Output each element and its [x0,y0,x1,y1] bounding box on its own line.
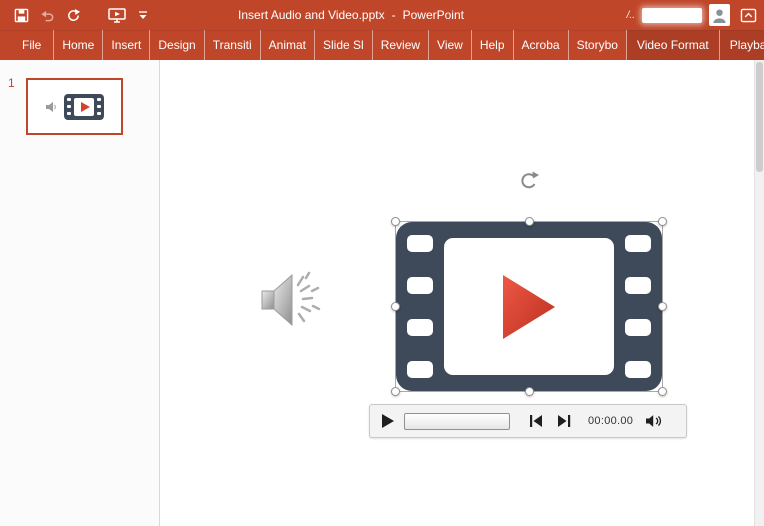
undo-icon [40,10,53,21]
tab-help[interactable]: Help [472,30,514,60]
media-control-bar: 00:00.00 [369,404,687,438]
powerpoint-window: Insert Audio and Video.pptx - PowerPoint… [0,0,764,526]
qat-menu-icon [139,11,147,19]
rotate-handle-icon [521,171,539,189]
film-hole [625,361,651,378]
media-step-forward-button[interactable] [556,414,572,428]
film-hole [407,277,433,294]
tab-label: Storybo [576,38,618,52]
video-selection [391,217,667,396]
tab-label: Review [380,38,421,52]
tab-video-format[interactable]: Video Format [626,30,720,60]
selection-handle-mid-left[interactable] [391,302,400,311]
film-hole [625,277,651,294]
scrollbar-thumb[interactable] [756,62,763,172]
undo-button[interactable] [36,4,58,26]
redo-button[interactable] [62,4,84,26]
save-icon [14,8,28,22]
ribbon-tab-bar: File Home Insert Design Transiti Animat … [0,30,764,60]
account-name-redacted[interactable] [642,7,702,23]
tab-view[interactable]: View [429,30,472,60]
slide-thumbnail[interactable] [26,78,123,135]
quick-access-toolbar [0,0,156,30]
tab-insert[interactable]: Insert [103,30,151,60]
tab-label: File [22,38,42,52]
selection-handle-mid-right[interactable] [658,302,667,311]
save-button[interactable] [10,4,32,26]
film-hole [407,361,433,378]
customize-qat-button[interactable] [132,4,154,26]
tab-acrobat[interactable]: Acroba [514,30,569,60]
volume-icon [646,415,662,427]
tab-label: Home [62,38,95,52]
tab-label: Insert [111,38,142,52]
ribbon-display-options-button[interactable] [737,4,759,26]
titlebar-right-cluster: /.. [627,0,759,30]
media-time: 00:00.00 [588,415,634,427]
account-avatar[interactable] [709,4,730,26]
start-slideshow-button[interactable] [106,4,128,26]
step-forward-icon [558,415,571,427]
video-thumb-icon [64,93,104,120]
tab-label: Transiti [212,38,252,52]
film-sprockets-left [407,235,433,378]
tab-home[interactable]: Home [54,30,104,60]
tab-label: Design [158,38,196,52]
main-body: 1 00:00.00 [0,60,764,526]
tab-label: View [437,38,463,52]
tab-slide-show[interactable]: Slide Sl [315,30,373,60]
video-play-icon [503,274,555,339]
step-back-icon [530,415,542,427]
ribbon-display-options-icon [740,8,756,22]
window-title: Insert Audio and Video.pptx - PowerPoint [238,0,464,30]
audio-clip-icon [261,271,321,327]
selection-handle-top-left[interactable] [391,217,400,226]
film-hole [407,319,433,336]
audio-thumb-icon [46,101,56,112]
selection-handle-bottom-left[interactable] [391,387,400,396]
title-bar: Insert Audio and Video.pptx - PowerPoint… [0,0,764,30]
redo-icon [67,8,80,21]
tab-transitions[interactable]: Transiti [205,30,261,60]
film-sprockets-right [625,235,651,378]
media-play-button[interactable] [381,413,395,429]
account-scribble: /.. [626,9,635,21]
media-step-back-button[interactable] [528,414,544,428]
play-icon [382,414,394,428]
tab-file[interactable]: File [10,30,55,60]
tab-label: Playback [729,38,764,52]
tab-playback[interactable]: Playback [719,30,764,60]
tab-design[interactable]: Design [150,30,205,60]
tab-label: Help [479,38,505,52]
tab-label: Slide Sl [323,38,364,52]
video-clip[interactable] [396,222,662,391]
tab-animations[interactable]: Animat [261,30,315,60]
selection-handle-top-right[interactable] [658,217,667,226]
tab-review[interactable]: Review [373,30,430,60]
document-title: Insert Audio and Video.pptx [238,8,385,22]
slide-number: 1 [8,76,15,90]
vertical-scrollbar[interactable] [754,60,764,526]
slide-canvas[interactable]: 00:00.00 [160,60,764,526]
film-hole [407,235,433,252]
app-name: PowerPoint [402,8,464,22]
selection-handle-bottom-right[interactable] [658,387,667,396]
film-hole [625,319,651,336]
media-volume-button[interactable] [645,414,663,428]
tab-storyboarding[interactable]: Storybo [569,30,627,60]
user-avatar-icon [713,9,726,23]
rotate-handle[interactable] [518,170,540,192]
media-seek-bar[interactable] [404,412,510,430]
tab-label: Acroba [521,38,560,52]
selection-handle-bottom-center[interactable] [524,387,534,396]
tab-label: Video Format [636,38,709,52]
film-hole [625,235,651,252]
audio-clip[interactable] [254,263,328,337]
title-separator: - [391,8,396,22]
selection-handle-top-center[interactable] [524,217,534,226]
film-screen [444,238,614,375]
slideshow-icon [108,8,126,23]
slide-thumbnail-panel: 1 [0,60,160,526]
tab-label: Animat [268,38,306,52]
